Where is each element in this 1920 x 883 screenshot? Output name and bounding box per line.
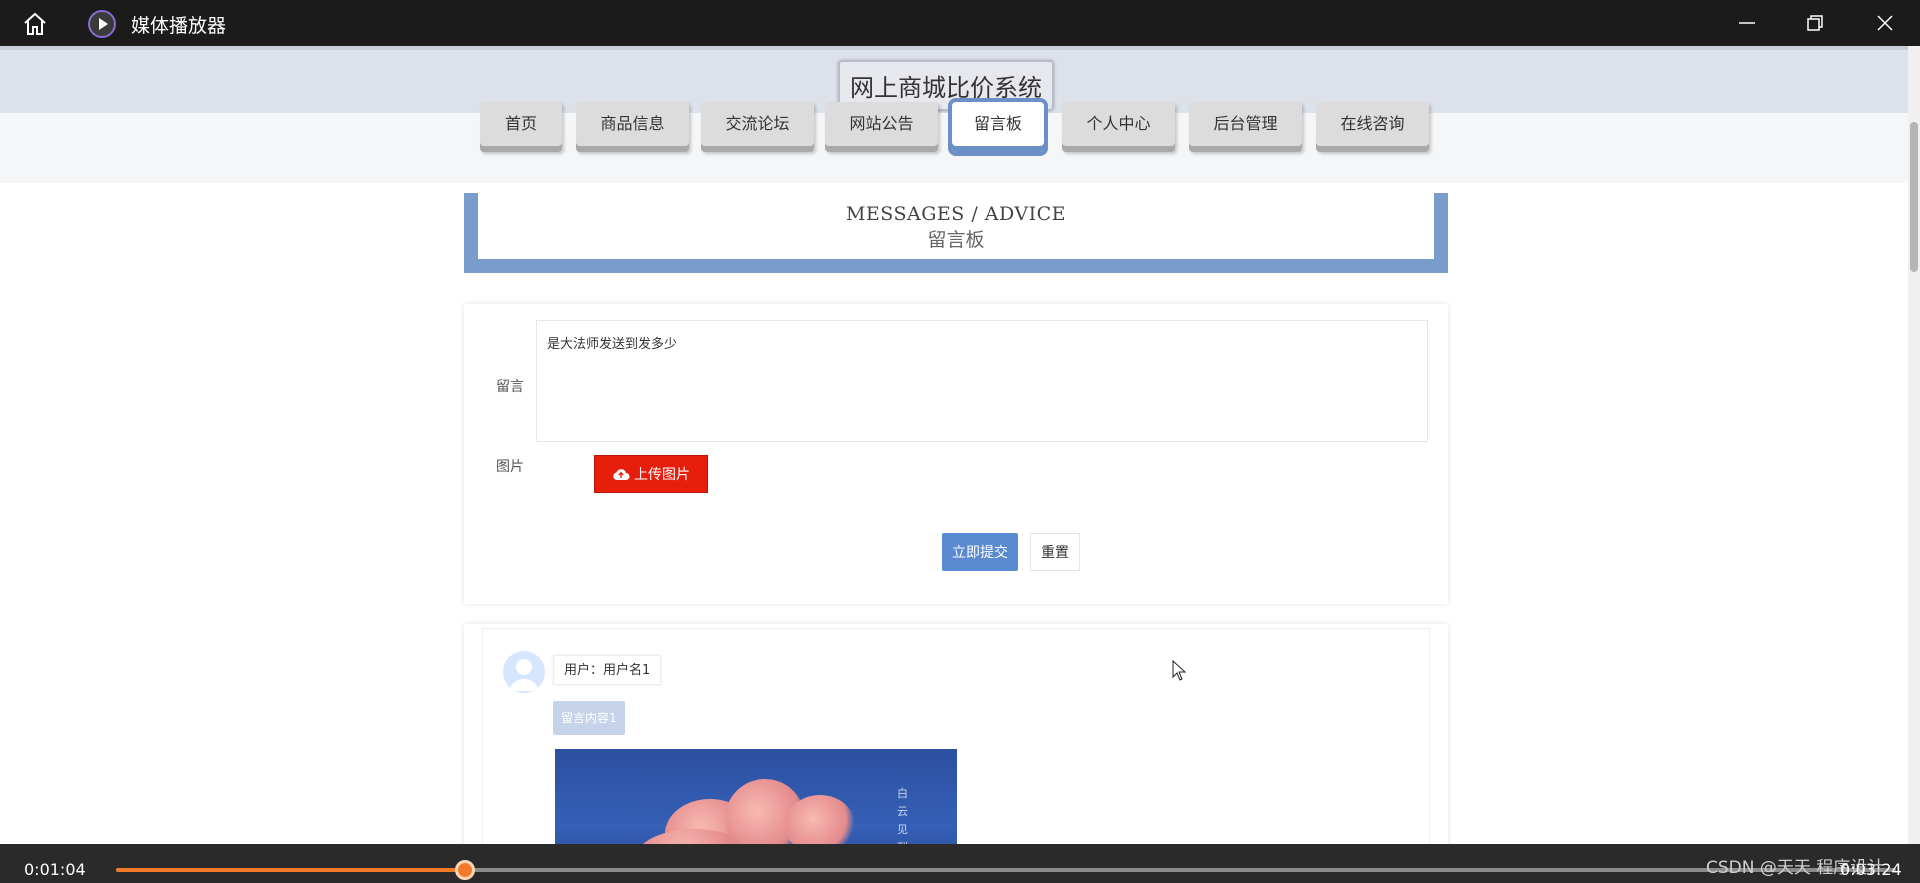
section-title-zh: 留言板 — [927, 229, 985, 251]
submit-button[interactable]: 立即提交 — [942, 533, 1018, 571]
section-title-box: MESSAGES / ADVICE 留言板 — [478, 193, 1434, 259]
app-title: 媒体播放器 — [131, 15, 227, 37]
close-icon[interactable] — [1873, 11, 1897, 35]
minimize-icon[interactable] — [1735, 11, 1759, 35]
page-scrollbar[interactable] — [1908, 46, 1920, 844]
upload-image-button[interactable]: 上传图片 — [594, 455, 708, 493]
player-titlebar: 媒体播放器 — [0, 0, 1920, 46]
nav-item-messages[interactable]: 留言板 — [952, 102, 1044, 152]
message-content: 留言内容1 — [553, 701, 625, 735]
seek-handle[interactable] — [454, 860, 475, 880]
message-item: 用户：用户名1 留言内容1 白云见到了我 — [482, 628, 1430, 844]
message-textarea[interactable]: 是大法师发送到发多少 — [536, 320, 1428, 442]
message-photo: 白云见到了我 — [555, 749, 957, 844]
restore-icon[interactable] — [1803, 11, 1827, 35]
section-title-en: MESSAGES / ADVICE — [845, 203, 1067, 225]
message-user: 用户：用户名1 — [553, 655, 662, 685]
photo-caption: 白云见到了我 — [897, 787, 908, 844]
seek-bar-fill — [116, 868, 465, 872]
web-page: 网上商城比价系统 首页 商品信息 交流论坛 网站公告 留言板 个人中心 后台管理… — [0, 46, 1908, 844]
nav-item-forum[interactable]: 交流论坛 — [701, 102, 814, 152]
nav-item-products[interactable]: 商品信息 — [576, 102, 689, 152]
reset-button[interactable]: 重置 — [1030, 533, 1080, 571]
nav-item-profile[interactable]: 个人中心 — [1062, 102, 1175, 152]
message-list: 用户：用户名1 留言内容1 白云见到了我 — [464, 624, 1448, 844]
nav-item-home[interactable]: 首页 — [480, 102, 562, 152]
section-banner: MESSAGES / ADVICE 留言板 — [464, 193, 1448, 273]
home-icon[interactable] — [22, 12, 48, 36]
avatar — [503, 651, 545, 693]
image-label: 图片 — [496, 459, 524, 475]
upload-image-label: 上传图片 — [634, 467, 690, 483]
message-form: 留言 是大法师发送到发多少 图片 上传图片 立即提交 重置 — [464, 304, 1448, 604]
seek-bar[interactable] — [116, 860, 1896, 880]
total-time: 0:03:24 — [1840, 860, 1902, 879]
play-icon — [88, 10, 116, 38]
current-time: 0:01:04 — [24, 860, 86, 879]
cloud-upload-icon — [613, 469, 630, 480]
user-avatar-icon — [510, 659, 538, 691]
mouse-cursor-icon — [1172, 660, 1187, 681]
nav-item-consult[interactable]: 在线咨询 — [1316, 102, 1429, 152]
message-label: 留言 — [496, 379, 524, 395]
nav-item-admin[interactable]: 后台管理 — [1189, 102, 1302, 152]
player-controls: 0:01:04 CSDN @天天 程序设计 0:03:24 — [0, 844, 1920, 883]
scrollbar-thumb[interactable] — [1910, 122, 1918, 272]
nav-item-notices[interactable]: 网站公告 — [825, 102, 938, 152]
